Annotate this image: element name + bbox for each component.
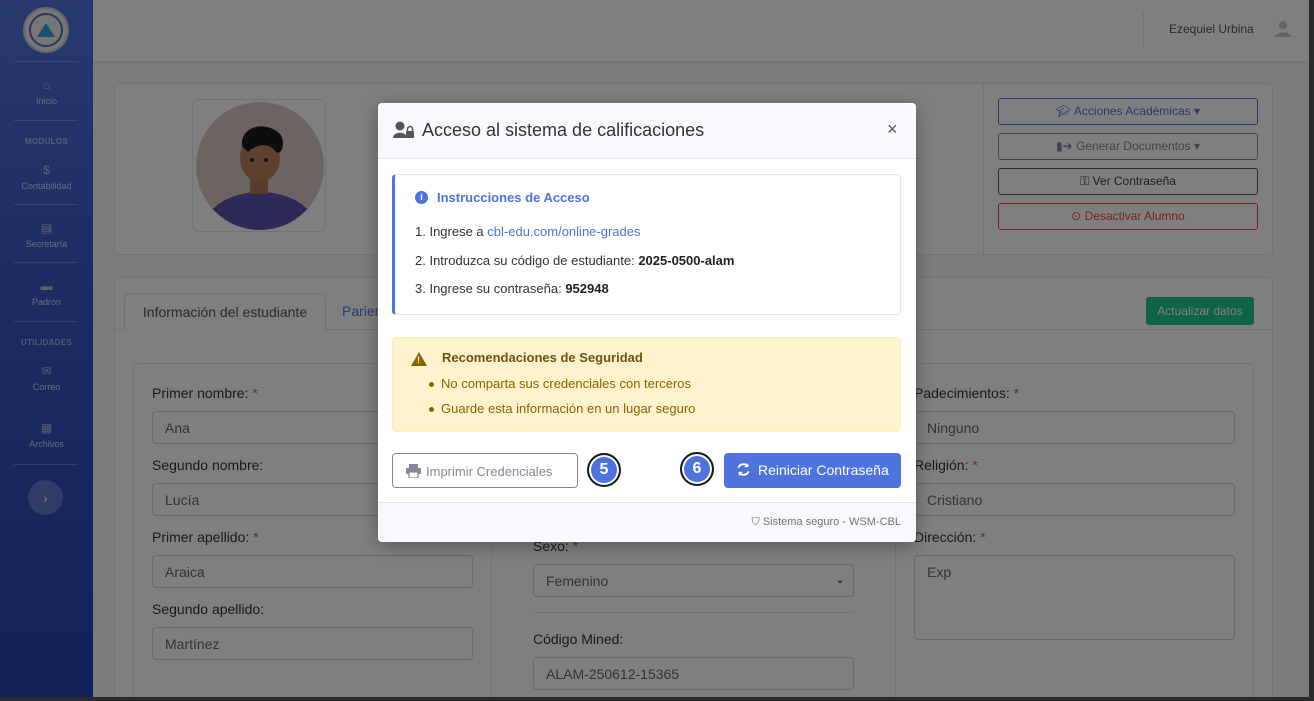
modal-title: Acceso al sistema de calificaciones — [422, 120, 705, 140]
instructions-title: Instrucciones de Acceso — [437, 190, 590, 205]
student-code: 2025-0500-alam — [638, 253, 735, 268]
security-title: Recomendaciones de Seguridad — [442, 350, 643, 365]
instruction-step-3: 3. Ingrese su contraseña: 952948 — [415, 281, 609, 296]
security-item: Guarde esta información en un lugar segu… — [428, 401, 696, 416]
info-icon: i — [415, 191, 428, 204]
reset-password-button[interactable]: Reiniciar Contraseña — [724, 453, 901, 488]
sync-icon — [736, 462, 751, 480]
modal-footer: ⛉ Sistema seguro - WSM-CBL — [378, 502, 916, 542]
security-recommendations: ! Recomendaciones de Seguridad No compar… — [392, 337, 901, 432]
access-instructions: i Instrucciones de Acceso 1. Ingrese a c… — [392, 174, 901, 315]
security-item: No comparta sus credenciales con tercero… — [428, 376, 692, 391]
close-icon[interactable]: × — [887, 119, 898, 140]
secure-system-note: ⛉ Sistema seguro - WSM-CBL — [751, 516, 901, 528]
step-marker-6: 6 — [680, 452, 714, 486]
instruction-step-1: 1. Ingrese a cbl-edu.com/online-grades — [415, 224, 641, 239]
app-window: ⌂ Inicio MODULOS $ Contabilidad ▤ Secret… — [0, 0, 1309, 697]
instruction-step-2: 2. Introduzca su código de estudiante: 2… — [415, 253, 735, 268]
student-password: 952948 — [565, 281, 609, 296]
modal-header: Acceso al sistema de calificaciones × — [378, 103, 916, 159]
user-lock-icon — [393, 121, 414, 138]
warning-icon: ! — [411, 352, 427, 366]
credentials-modal: Acceso al sistema de calificaciones × i … — [378, 103, 916, 542]
print-icon — [406, 464, 421, 481]
grades-portal-link[interactable]: cbl-edu.com/online-grades — [487, 224, 640, 239]
shield-icon: ⛉ — [751, 516, 760, 528]
print-credentials-button[interactable]: Imprimir Credenciales — [392, 453, 578, 488]
step-marker-5: 5 — [587, 453, 621, 487]
